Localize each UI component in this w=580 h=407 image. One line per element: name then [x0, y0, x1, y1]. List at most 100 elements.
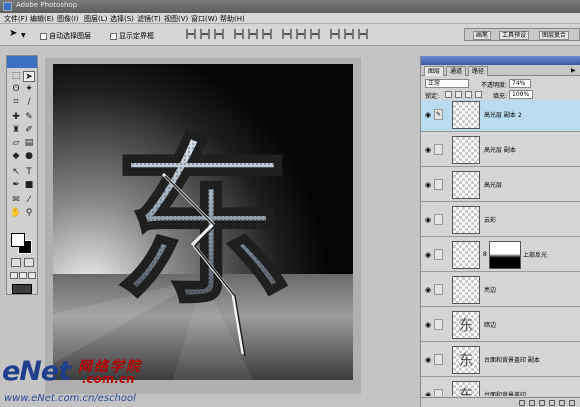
add-style-icon[interactable] — [529, 400, 535, 406]
lock-transparency-icon[interactable] — [445, 91, 452, 98]
visibility-eye-icon[interactable]: ◉ — [425, 216, 431, 224]
hand-tool-icon[interactable]: ✋ — [10, 208, 22, 219]
marquee-tool-icon[interactable]: ⬚ — [10, 71, 22, 82]
menu-image[interactable]: 图像(I) — [57, 14, 79, 24]
new-group-icon[interactable] — [549, 400, 555, 406]
dodge-tool-icon[interactable]: ● — [23, 151, 35, 162]
new-layer-icon[interactable] — [559, 400, 565, 406]
crop-tool-icon[interactable]: ⌗ — [10, 97, 22, 108]
visibility-eye-icon[interactable]: ◉ — [425, 111, 431, 119]
visibility-eye-icon[interactable]: ◉ — [425, 251, 431, 259]
menu-help[interactable]: 帮助(H) — [220, 14, 245, 24]
layer-row[interactable]: ◉ ✎ 高光层 副本 2 — [421, 100, 580, 132]
layer-row[interactable]: ◉ 云彩 — [421, 203, 580, 237]
gradient-tool-icon[interactable]: ▤ — [23, 138, 35, 149]
tab-paths[interactable]: 路径 — [468, 66, 489, 76]
opacity-field[interactable]: 74% — [509, 79, 531, 88]
link-slot[interactable] — [434, 144, 443, 155]
visibility-eye-icon[interactable]: ◉ — [425, 321, 431, 329]
menu-select[interactable]: 选择(S) — [110, 14, 134, 24]
healing-brush-tool-icon[interactable]: ✚ — [10, 112, 22, 123]
blend-mode-select[interactable]: 正常 — [425, 79, 469, 88]
align-hcenter-icon[interactable] — [248, 29, 258, 39]
standard-screen-mode-icon[interactable] — [10, 272, 18, 279]
shape-tool-icon[interactable]: ■ — [23, 180, 35, 191]
full-screen-menu-mode-icon[interactable] — [19, 272, 27, 279]
layer-row[interactable]: ◉ 高光层 — [421, 168, 580, 202]
auto-select-layer-checkbox[interactable] — [40, 32, 47, 40]
tab-channels[interactable]: 通道 — [446, 66, 467, 76]
link-slot[interactable] — [434, 214, 443, 225]
dock-tab-layer-comps[interactable]: 图层复合 — [539, 31, 570, 40]
link-slot[interactable] — [434, 284, 443, 295]
brush-tool-icon[interactable]: ✎ — [23, 112, 35, 123]
visibility-eye-icon[interactable]: ◉ — [425, 146, 431, 154]
align-top-icon[interactable] — [186, 29, 196, 39]
menu-layer[interactable]: 图层(L) — [84, 14, 107, 24]
layer-name[interactable]: 高光层 副本 — [484, 145, 516, 154]
link-slot[interactable] — [434, 319, 443, 330]
lasso-tool-icon[interactable]: ʘ — [10, 84, 22, 95]
zoom-tool-icon[interactable]: ⚲ — [23, 208, 35, 219]
fill-field[interactable]: 100% — [509, 90, 533, 99]
layer-row[interactable]: ◉ 东台面和背景盖印 — [421, 378, 580, 396]
show-bounding-box-option[interactable]: 显示定界框 — [110, 31, 154, 41]
distribute-top-icon[interactable] — [282, 29, 292, 39]
layer-name[interactable]: 亮边 — [484, 285, 496, 294]
visibility-eye-icon[interactable]: ◉ — [425, 356, 431, 364]
dock-tab-brushes[interactable]: 画笔 — [473, 31, 492, 40]
distribute-bottom-icon[interactable] — [310, 29, 320, 39]
full-screen-mode-icon[interactable] — [28, 272, 36, 279]
clone-stamp-tool-icon[interactable]: ♜ — [10, 125, 22, 136]
auto-select-layer-option[interactable]: 自动选择图层 — [40, 31, 91, 41]
quick-mask-mode-icon[interactable] — [24, 258, 34, 267]
lock-position-icon[interactable] — [465, 91, 472, 98]
distribute-right-icon[interactable] — [358, 29, 368, 39]
link-slot[interactable] — [434, 389, 443, 396]
distribute-vcenter-icon[interactable] — [296, 29, 306, 39]
panel-menu-icon[interactable]: ▶ — [571, 67, 576, 74]
visibility-eye-icon[interactable]: ◉ — [425, 286, 431, 294]
magic-wand-tool-icon[interactable]: ✦ — [23, 84, 35, 95]
lock-all-icon[interactable] — [475, 91, 482, 98]
layer-name[interactable]: 云彩 — [484, 215, 496, 224]
dock-tab-tool-presets[interactable]: 工具预设 — [499, 31, 530, 40]
layer-name[interactable]: 台面和背景盖印 副本 — [484, 355, 540, 364]
jump-to-imageready-icon[interactable] — [12, 284, 32, 294]
layer-name[interactable]: 高光层 — [484, 180, 502, 189]
menu-filter[interactable]: 滤镜(T) — [137, 14, 161, 24]
lock-image-icon[interactable] — [455, 91, 462, 98]
eraser-tool-icon[interactable]: ▱ — [10, 138, 22, 149]
layer-row[interactable]: ◉ 东暗边 — [421, 308, 580, 342]
brush-active-icon[interactable]: ✎ — [434, 109, 443, 120]
slice-tool-icon[interactable]: ∕ — [23, 97, 35, 108]
delete-layer-icon[interactable] — [569, 400, 575, 406]
link-slot[interactable] — [434, 179, 443, 190]
standard-mode-icon[interactable] — [11, 258, 21, 267]
distribute-hcenter-icon[interactable] — [344, 29, 354, 39]
menu-file[interactable]: 文件(F) — [4, 14, 28, 24]
link-slot[interactable] — [434, 354, 443, 365]
layer-row[interactable]: ◉ 高光层 副本 — [421, 133, 580, 167]
history-brush-tool-icon[interactable]: ✐ — [23, 125, 35, 136]
mask-link-icon[interactable]: 8 — [483, 251, 487, 258]
visibility-eye-icon[interactable]: ◉ — [425, 391, 431, 396]
tab-layers[interactable]: 图层 — [424, 66, 445, 76]
layer-name[interactable]: 高光层 副本 2 — [484, 110, 522, 119]
visibility-eye-icon[interactable]: ◉ — [425, 181, 431, 189]
notes-tool-icon[interactable]: ✉ — [10, 195, 22, 206]
layers-panel-titlebar[interactable] — [421, 56, 580, 65]
blur-tool-icon[interactable]: ◆ — [10, 151, 22, 162]
align-bottom-icon[interactable] — [214, 29, 224, 39]
distribute-left-icon[interactable] — [330, 29, 340, 39]
align-vcenter-icon[interactable] — [200, 29, 210, 39]
layer-row[interactable]: ◉ 8 上部反光 — [421, 238, 580, 272]
pen-tool-icon[interactable]: ✒ — [10, 180, 22, 191]
layer-name[interactable]: 台面和背景盖印 — [484, 390, 526, 396]
layer-name[interactable]: 上部反光 — [523, 250, 547, 259]
layer-row[interactable]: ◉ 东台面和背景盖印 副本 — [421, 343, 580, 377]
menu-edit[interactable]: 编辑(E) — [30, 14, 54, 24]
menu-window[interactable]: 窗口(W) — [191, 14, 217, 24]
link-slot[interactable] — [434, 249, 443, 260]
link-layers-icon[interactable] — [519, 400, 525, 406]
